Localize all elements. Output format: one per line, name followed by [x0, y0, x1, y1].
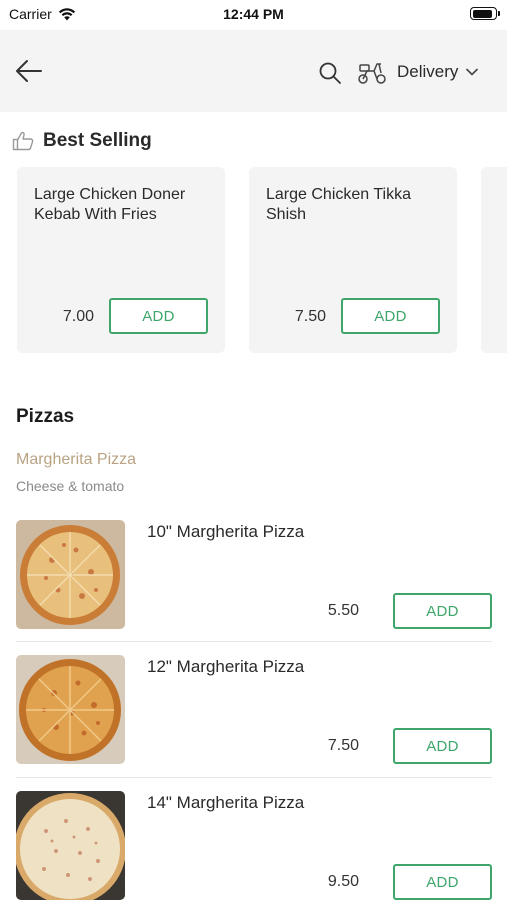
- menu-item-price: 5.50: [327, 602, 359, 619]
- menu-item[interactable]: 14" Margherita Pizza 9.50 ADD: [16, 791, 492, 900]
- subcategory-title: Margherita Pizza: [16, 451, 137, 468]
- best-selling-item-name: Large Chicken Tikka Shish: [266, 186, 411, 223]
- best-selling-card[interactable]: Large Chicken Tikka Shish 7.50 ADD: [249, 167, 457, 353]
- best-selling-title: Best Selling: [43, 130, 152, 151]
- best-selling-card[interactable]: Large Chicken Doner Kebab With Fries 7.0…: [17, 167, 225, 353]
- menu-item-name: 12" Margherita Pizza: [147, 657, 305, 676]
- add-button[interactable]: ADD: [341, 298, 440, 334]
- menu-item-name: 14" Margherita Pizza: [147, 793, 305, 812]
- add-button[interactable]: ADD: [393, 864, 492, 900]
- arrow-left-icon: [16, 60, 42, 82]
- menu-item[interactable]: 10" Margherita Pizza 5.50 ADD: [16, 520, 492, 632]
- best-selling-header: Best Selling: [12, 130, 152, 152]
- menu-item-price: 9.50: [327, 873, 359, 890]
- status-bar: Carrier 12:44 PM: [0, 0, 507, 30]
- best-selling-item-name: Large Chicken Doner Kebab With Fries: [34, 186, 186, 223]
- search-button[interactable]: [318, 61, 342, 85]
- add-button[interactable]: ADD: [109, 298, 208, 334]
- divider: [16, 777, 492, 778]
- best-selling-item-price: 7.00: [62, 308, 94, 325]
- best-selling-item-price: 7.50: [294, 308, 326, 325]
- add-button[interactable]: ADD: [393, 593, 492, 629]
- pizza-image: [16, 791, 125, 900]
- search-icon: [319, 62, 341, 84]
- pizza-image: [16, 520, 125, 629]
- delivery-mode-label: Delivery: [397, 62, 459, 81]
- add-button[interactable]: ADD: [393, 728, 492, 764]
- menu-item[interactable]: 12" Margherita Pizza 7.50 ADD: [16, 655, 492, 767]
- best-selling-card-peek[interactable]: [481, 167, 507, 353]
- subcategory-description: Cheese & tomato: [16, 478, 125, 494]
- delivery-mode-selector[interactable]: Delivery: [357, 57, 479, 87]
- chevron-down-icon: [466, 68, 479, 76]
- best-selling-carousel[interactable]: Large Chicken Doner Kebab With Fries 7.0…: [17, 167, 507, 354]
- status-time: 12:44 PM: [223, 6, 284, 22]
- battery-icon: [470, 7, 500, 20]
- scooter-icon: [358, 63, 386, 84]
- menu-item-price: 7.50: [327, 737, 359, 754]
- back-button[interactable]: [14, 57, 44, 85]
- thumbs-up-icon: [12, 131, 34, 151]
- battery-level: [472, 9, 493, 18]
- category-title: Pizzas: [16, 406, 75, 427]
- top-nav-bar: Delivery: [0, 30, 507, 112]
- divider: [16, 641, 492, 642]
- menu-item-name: 10" Margherita Pizza: [147, 522, 305, 541]
- pizza-image: [16, 655, 125, 764]
